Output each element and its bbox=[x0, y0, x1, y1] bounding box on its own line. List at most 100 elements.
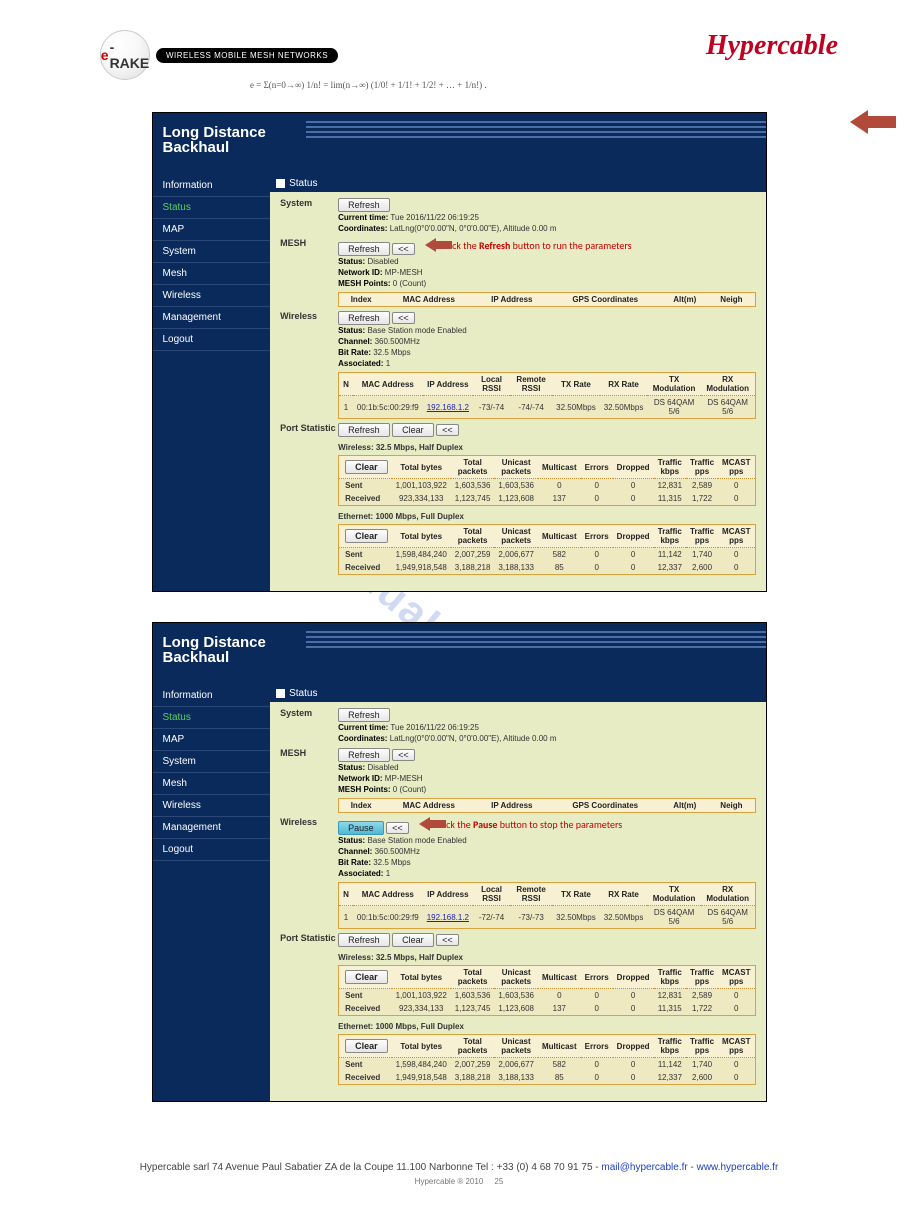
hypercable-logo: Hypercable bbox=[706, 30, 838, 62]
mesh-points: 0 (Count) bbox=[393, 279, 426, 288]
section-system: System bbox=[280, 708, 338, 744]
section-port: Port Statistic bbox=[280, 933, 338, 1085]
ip-link[interactable]: 192.168.1.2 bbox=[427, 913, 469, 922]
title-square-icon bbox=[276, 179, 285, 188]
page-header: e-RAKE WIRELESS MOBILE MESH NETWORKS e =… bbox=[0, 0, 918, 100]
wireless-bitrate: 32.5 Mbps bbox=[373, 858, 410, 867]
wireless-associated: 1 bbox=[386, 359, 390, 368]
sidebar-item-management[interactable]: Management bbox=[153, 307, 271, 329]
app-title: Long Distance Backhaul bbox=[153, 113, 766, 175]
erake-tagline: WIRELESS MOBILE MESH NETWORKS bbox=[156, 48, 338, 63]
wireless-pause-button[interactable]: Pause bbox=[338, 821, 384, 835]
wireless-table: NMAC AddressIP AddressLocal RSSIRemote R… bbox=[338, 882, 755, 929]
mesh-network-id: MP-MESH bbox=[385, 268, 423, 277]
app-screenshot-pause: Long Distance Backhaul Information Statu… bbox=[152, 622, 767, 1102]
port-wireless-clear-button[interactable]: Clear bbox=[345, 970, 388, 984]
footer-email-link[interactable]: mail@hypercable.fr bbox=[601, 1162, 687, 1173]
mesh-refresh-button[interactable]: Refresh bbox=[338, 748, 390, 762]
section-mesh: MESH bbox=[280, 748, 338, 813]
mesh-refresh-button[interactable]: Refresh bbox=[338, 242, 390, 256]
app-screenshot-refresh: Long Distance Backhaul Information Statu… bbox=[152, 112, 767, 592]
page-number: 25 bbox=[494, 1177, 503, 1186]
port-wireless-clear-button[interactable]: Clear bbox=[345, 460, 388, 474]
wireless-refresh-button[interactable]: Refresh bbox=[338, 311, 390, 325]
port-ethernet-heading: Ethernet: 1000 Mbps, Full Duplex bbox=[338, 512, 755, 521]
erake-logo-block: e-RAKE WIRELESS MOBILE MESH NETWORKS e =… bbox=[100, 30, 487, 90]
port-wireless-heading: Wireless: 32.5 Mbps, Half Duplex bbox=[338, 953, 755, 962]
current-time: Tue 2016/11/22 06:19:25 bbox=[390, 723, 479, 732]
mesh-status: Disabled bbox=[367, 257, 398, 266]
port-ethernet-table: Clear Total bytesTotal packetsUnicast pa… bbox=[338, 524, 755, 575]
mesh-table: Index MAC Address IP Address GPS Coordin… bbox=[338, 798, 755, 813]
section-mesh: MESH bbox=[280, 238, 338, 307]
sidebar: Information Status MAP System Mesh Wirel… bbox=[153, 175, 271, 591]
port-ethernet-clear-button[interactable]: Clear bbox=[345, 1039, 388, 1053]
port-back-button[interactable]: << bbox=[436, 934, 459, 946]
section-wireless: Wireless bbox=[280, 311, 338, 419]
current-time: Tue 2016/11/22 06:19:25 bbox=[390, 213, 479, 222]
sidebar-item-logout[interactable]: Logout bbox=[153, 839, 271, 861]
annotation-arrow-icon bbox=[419, 817, 430, 831]
wireless-row: 1 00:1b:5c:00:29:f9 192.168.1.2 -73/-74 … bbox=[339, 396, 755, 419]
system-refresh-button[interactable]: Refresh bbox=[338, 708, 390, 722]
sidebar-item-map[interactable]: MAP bbox=[153, 219, 271, 241]
wireless-associated: 1 bbox=[386, 869, 390, 878]
sidebar-item-map[interactable]: MAP bbox=[153, 729, 271, 751]
sidebar-item-wireless[interactable]: Wireless bbox=[153, 285, 271, 307]
port-ethernet-clear-button[interactable]: Clear bbox=[345, 529, 388, 543]
wireless-channel: 360.500MHz bbox=[375, 337, 420, 346]
ip-link[interactable]: 192.168.1.2 bbox=[427, 403, 469, 412]
mesh-points: 0 (Count) bbox=[393, 785, 426, 794]
coordinates: LatLng(0°0'0.00"N, 0°0'0.00"E), Altitude… bbox=[390, 224, 557, 233]
mesh-status: Disabled bbox=[367, 763, 398, 772]
euler-formula: e = Σ(n=0→∞) 1/n! = lim(n→∞) (1/0! + 1/1… bbox=[250, 80, 487, 90]
port-wireless-table: Clear Total bytesTotal packetsUnicast pa… bbox=[338, 455, 755, 506]
section-port: Port Statistic bbox=[280, 423, 338, 575]
coordinates: LatLng(0°0'0.00"N, 0°0'0.00"E), Altitude… bbox=[390, 734, 557, 743]
sidebar-item-information[interactable]: Information bbox=[153, 175, 271, 197]
port-ethernet-heading: Ethernet: 1000 Mbps, Full Duplex bbox=[338, 1022, 755, 1031]
mesh-back-button[interactable]: << bbox=[392, 749, 415, 761]
sidebar-item-mesh[interactable]: Mesh bbox=[153, 773, 271, 795]
wireless-back-button[interactable]: << bbox=[392, 312, 415, 324]
sidebar-item-system[interactable]: System bbox=[153, 241, 271, 263]
port-wireless-heading: Wireless: 32.5 Mbps, Half Duplex bbox=[338, 443, 755, 452]
sidebar-item-management[interactable]: Management bbox=[153, 817, 271, 839]
port-wireless-table: Clear Total bytesTotal packetsUnicast pa… bbox=[338, 965, 755, 1016]
wireless-back-button[interactable]: << bbox=[386, 822, 409, 834]
port-clear-button[interactable]: Clear bbox=[392, 933, 434, 947]
port-clear-button[interactable]: Clear bbox=[392, 423, 434, 437]
port-refresh-button[interactable]: Refresh bbox=[338, 423, 390, 437]
wireless-status: Base Station mode Enabled bbox=[367, 326, 466, 335]
sidebar-item-status[interactable]: Status bbox=[153, 197, 271, 219]
sidebar: Information Status MAP System Mesh Wirel… bbox=[153, 685, 271, 1101]
sidebar-item-system[interactable]: System bbox=[153, 751, 271, 773]
port-ethernet-table: Clear Total bytesTotal packetsUnicast pa… bbox=[338, 1034, 755, 1085]
wireless-status: Base Station mode Enabled bbox=[367, 836, 466, 845]
section-system: System bbox=[280, 198, 338, 234]
sidebar-item-status[interactable]: Status bbox=[153, 707, 271, 729]
refresh-annotation: Click the Refresh button to run the para… bbox=[425, 238, 631, 252]
page-arrow-left bbox=[850, 110, 868, 134]
port-back-button[interactable]: << bbox=[436, 424, 459, 436]
wireless-table: N MAC Address IP Address Local RSSI Remo… bbox=[338, 372, 755, 419]
wireless-channel: 360.500MHz bbox=[375, 847, 420, 856]
mesh-network-id: MP-MESH bbox=[385, 774, 423, 783]
mesh-back-button[interactable]: << bbox=[392, 243, 415, 255]
port-refresh-button[interactable]: Refresh bbox=[338, 933, 390, 947]
wireless-bitrate: 32.5 Mbps bbox=[373, 348, 410, 357]
system-refresh-button[interactable]: Refresh bbox=[338, 198, 390, 212]
sidebar-item-logout[interactable]: Logout bbox=[153, 329, 271, 351]
content-title: Status bbox=[270, 175, 765, 192]
annotation-arrow-icon bbox=[425, 238, 436, 252]
app-title: Long Distance Backhaul bbox=[153, 623, 766, 685]
sidebar-item-mesh[interactable]: Mesh bbox=[153, 263, 271, 285]
mesh-table: Index MAC Address IP Address GPS Coordin… bbox=[338, 292, 755, 307]
section-wireless: Wireless bbox=[280, 817, 338, 929]
footer-site-link[interactable]: www.hypercable.fr bbox=[697, 1162, 779, 1173]
erake-logo: e-RAKE bbox=[100, 30, 150, 80]
sidebar-item-wireless[interactable]: Wireless bbox=[153, 795, 271, 817]
wireless-row: 1 00:1b:5c:00:29:f9 192.168.1.2 -72/-74 … bbox=[339, 906, 755, 929]
sidebar-item-information[interactable]: Information bbox=[153, 685, 271, 707]
page-footer: Hypercable sarl 74 Avenue Paul Sabatier … bbox=[0, 1162, 918, 1206]
